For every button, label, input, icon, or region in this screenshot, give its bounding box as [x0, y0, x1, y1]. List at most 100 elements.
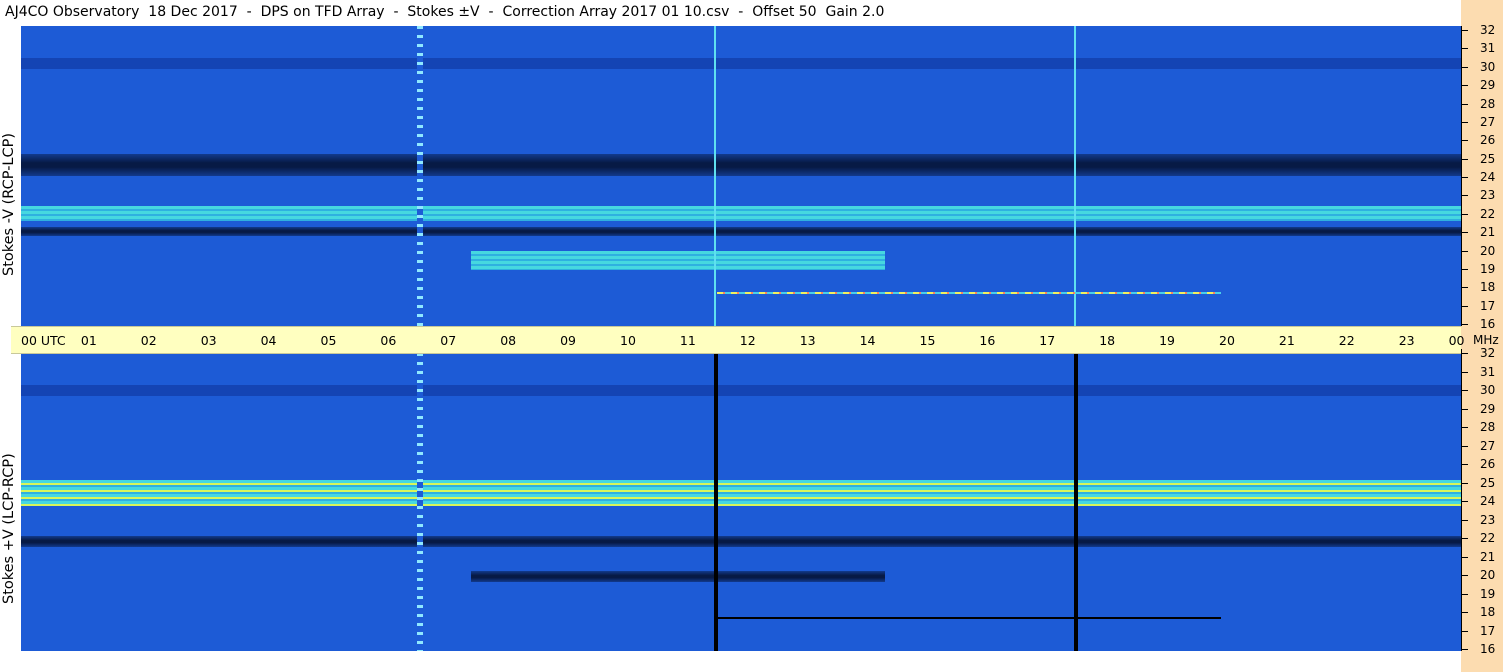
frequency-tick	[1461, 251, 1468, 252]
frequency-tick	[1461, 594, 1468, 595]
vertical-line	[1074, 26, 1076, 326]
frequency-tick	[1461, 427, 1468, 428]
frequency-tick-label: 27	[1480, 439, 1496, 453]
dotted-column	[417, 26, 423, 326]
frequency-tick	[1461, 140, 1468, 141]
frequency-tick-label: 27	[1480, 115, 1496, 129]
frequency-tick	[1461, 520, 1468, 521]
frequency-tick-label: 32	[1480, 346, 1496, 360]
frequency-tick	[1461, 269, 1468, 270]
frequency-tick-label: 24	[1480, 494, 1496, 508]
frequency-tick-label: 31	[1480, 41, 1496, 55]
time-tick-label: 12	[739, 333, 756, 348]
frequency-tick-label: 22	[1480, 531, 1496, 545]
frequency-tick	[1461, 538, 1468, 539]
frequency-axis-line	[1461, 26, 1462, 326]
frequency-tick	[1461, 501, 1468, 502]
time-tick-label: 11	[679, 333, 696, 348]
frequency-tick-label: 25	[1480, 152, 1496, 166]
frequency-tick-label: 16	[1480, 642, 1496, 656]
frequency-tick-label: 29	[1480, 78, 1496, 92]
time-axis: 00 UTC 01 02 03 04 05 06 07 08 09 10 11 12 13 14 15 16 17…	[11, 326, 1465, 354]
frequency-tick-label: 18	[1480, 605, 1496, 619]
frequency-unit-label: MHz	[1473, 333, 1499, 347]
frequency-axis-line	[1461, 349, 1462, 651]
dark-band	[21, 226, 1461, 236]
frequency-tick-label: 21	[1480, 550, 1496, 564]
time-tick-label: 08	[500, 333, 517, 348]
frequency-tick	[1461, 306, 1468, 307]
time-tick-label: 15	[919, 333, 936, 348]
frequency-tick	[1461, 483, 1468, 484]
title-bar: AJ4CO Observatory 18 Dec 2017 - DPS on T…	[0, 0, 1461, 26]
frequency-tick-label: 28	[1480, 97, 1496, 111]
time-tick-label: 18	[1099, 333, 1116, 348]
bright-band	[471, 251, 885, 270]
time-tick-label: 14	[859, 333, 876, 348]
frequency-tick	[1461, 104, 1468, 105]
frequency-tick-label: 17	[1480, 299, 1496, 313]
frequency-tick	[1461, 177, 1468, 178]
frequency-tick	[1461, 575, 1468, 576]
frequency-tick-label: 30	[1480, 383, 1496, 397]
frequency-tick	[1461, 649, 1468, 650]
frequency-tick-label: 26	[1480, 133, 1496, 147]
frequency-tick-label: 31	[1480, 365, 1496, 379]
frequency-tick	[1461, 324, 1468, 325]
frequency-tick-label: 29	[1480, 402, 1496, 416]
frequency-tick	[1461, 30, 1468, 31]
frequency-tick	[1461, 557, 1468, 558]
frequency-tick-label: 23	[1480, 513, 1496, 527]
frequency-tick-label: 16	[1480, 317, 1496, 331]
time-tick-label: 07	[440, 333, 457, 348]
frequency-tick-label: 23	[1480, 188, 1496, 202]
interference-streak	[717, 617, 1221, 620]
dark-band	[21, 535, 1461, 547]
time-tick-label: 19	[1159, 333, 1175, 348]
frequency-tick	[1461, 372, 1468, 373]
frequency-tick	[1461, 122, 1468, 123]
frequency-tick	[1461, 464, 1468, 465]
frequency-tick	[1461, 612, 1468, 613]
frequency-tick	[1461, 390, 1468, 391]
time-tick-label: 00 UTC	[21, 333, 66, 348]
frequency-tick-label: 19	[1480, 587, 1496, 601]
spectrogram-top	[21, 26, 1461, 326]
dark-band	[21, 153, 1461, 176]
spectrogram-bottom	[21, 353, 1461, 651]
time-tick-label: 00	[1448, 333, 1465, 348]
time-tick-label: 02	[140, 333, 157, 348]
time-tick-label: 03	[200, 333, 217, 348]
time-tick-label: 10	[620, 333, 636, 348]
background-stripe	[21, 57, 1461, 70]
interference-streak	[717, 292, 1221, 295]
top-panel-ylabel: Stokes -V (RCP-LCP)	[1, 132, 17, 276]
frequency-tick-label: 30	[1480, 60, 1496, 74]
frequency-tick	[1461, 48, 1468, 49]
time-tick-label: 20	[1219, 333, 1235, 348]
time-tick-label: 23	[1398, 333, 1415, 348]
bottom-panel-ylabel: Stokes +V (LCP-RCP)	[1, 453, 17, 604]
time-tick-label: 04	[260, 333, 277, 348]
frequency-tick-label: 20	[1480, 568, 1496, 582]
frequency-tick-label: 20	[1480, 244, 1496, 258]
time-tick-label: 06	[380, 333, 397, 348]
frequency-tick	[1461, 232, 1468, 233]
frequency-tick	[1461, 631, 1468, 632]
frequency-tick	[1461, 85, 1468, 86]
frequency-tick-label: 28	[1480, 420, 1496, 434]
time-tick-label: 22	[1338, 333, 1355, 348]
time-tick-label: 16	[979, 333, 996, 348]
bright-band	[21, 479, 1461, 506]
bright-band	[21, 206, 1461, 221]
frequency-tick-label: 25	[1480, 476, 1496, 490]
frequency-tick	[1461, 409, 1468, 410]
frequency-tick	[1461, 159, 1468, 160]
time-tick-label: 05	[320, 333, 337, 348]
frequency-tick-label: 17	[1480, 624, 1496, 638]
time-tick-label: 09	[560, 333, 576, 348]
vertical-line	[714, 26, 716, 326]
frequency-tick-label: 24	[1480, 170, 1496, 184]
frequency-tick	[1461, 446, 1468, 447]
frequency-tick-label: 32	[1480, 23, 1496, 37]
